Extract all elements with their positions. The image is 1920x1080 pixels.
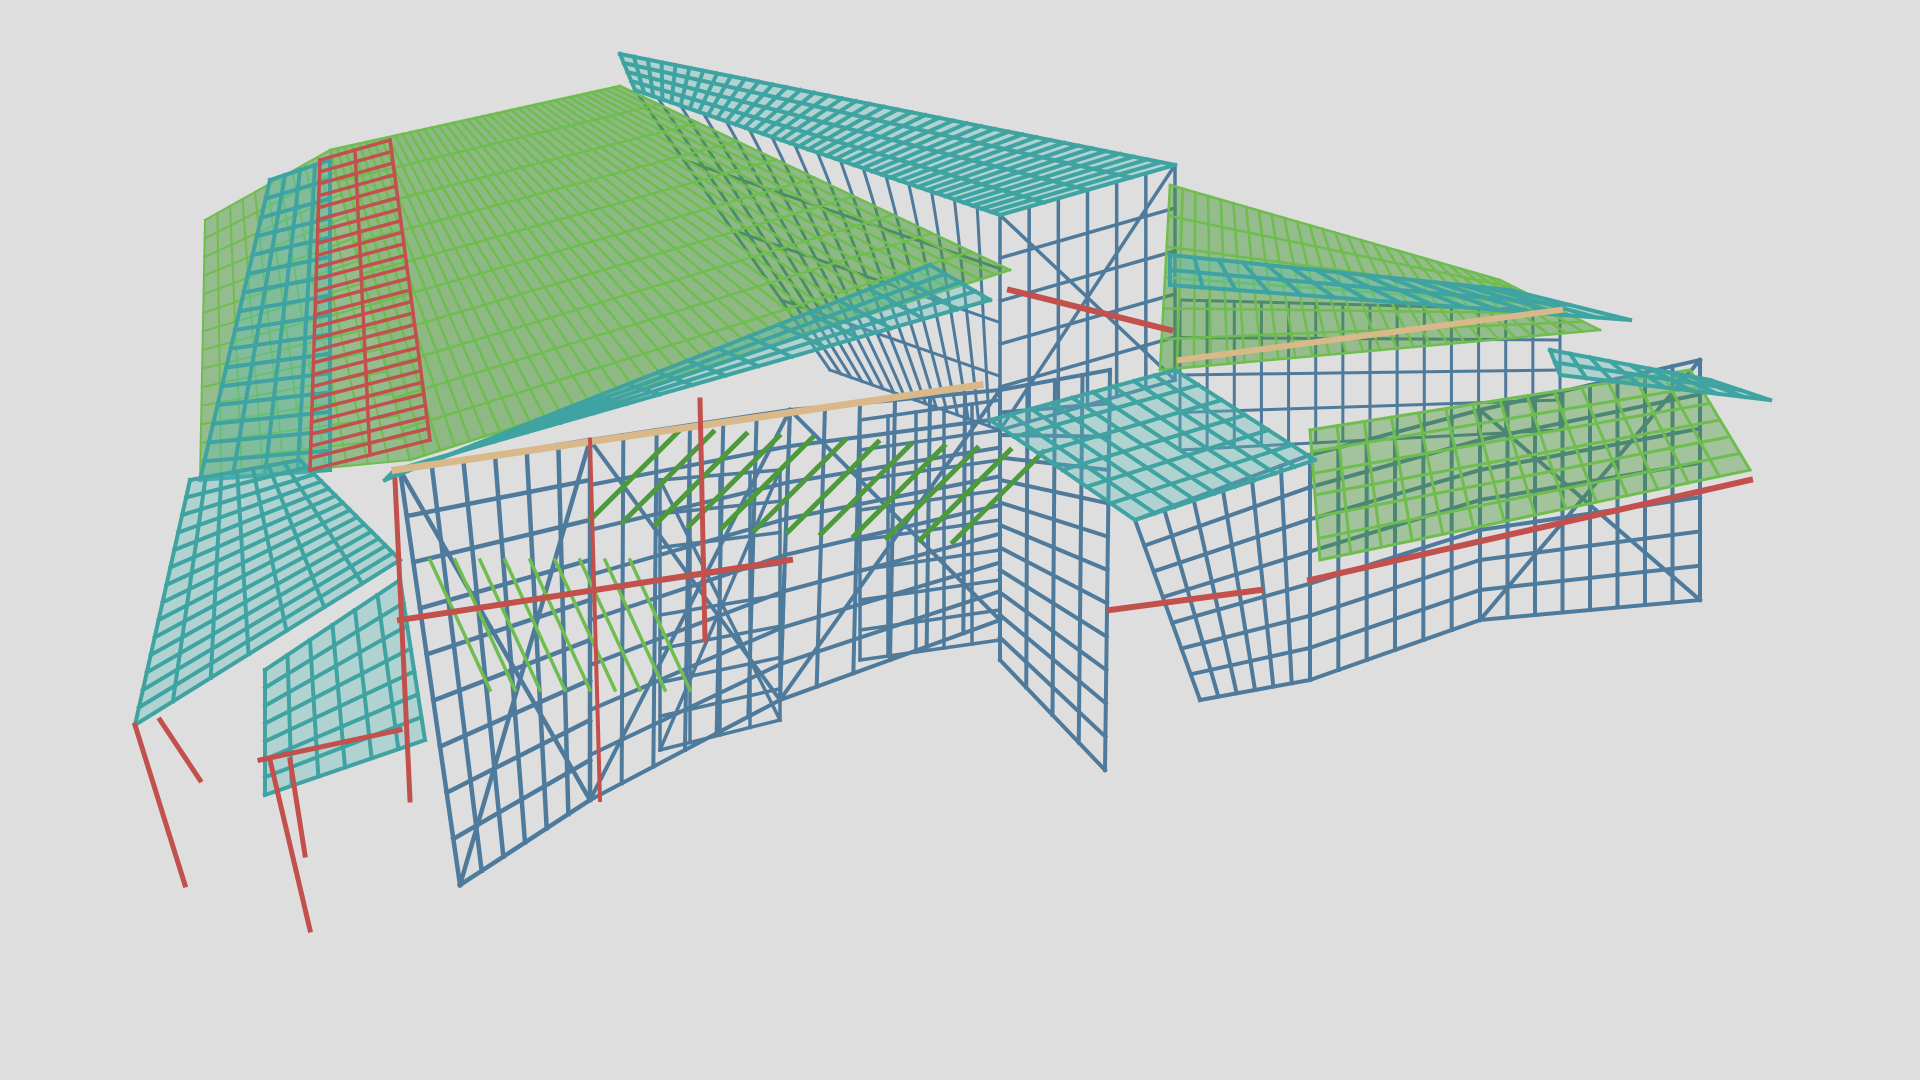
post xyxy=(156,716,204,784)
beam-bay xyxy=(1106,586,1264,614)
front-wall-a-stud xyxy=(429,462,485,874)
post xyxy=(697,397,708,643)
steel-frame-model[interactable] xyxy=(0,0,1920,1080)
3d-viewport[interactable] xyxy=(0,0,1920,1080)
inner-wall-b-nog xyxy=(858,638,1002,662)
